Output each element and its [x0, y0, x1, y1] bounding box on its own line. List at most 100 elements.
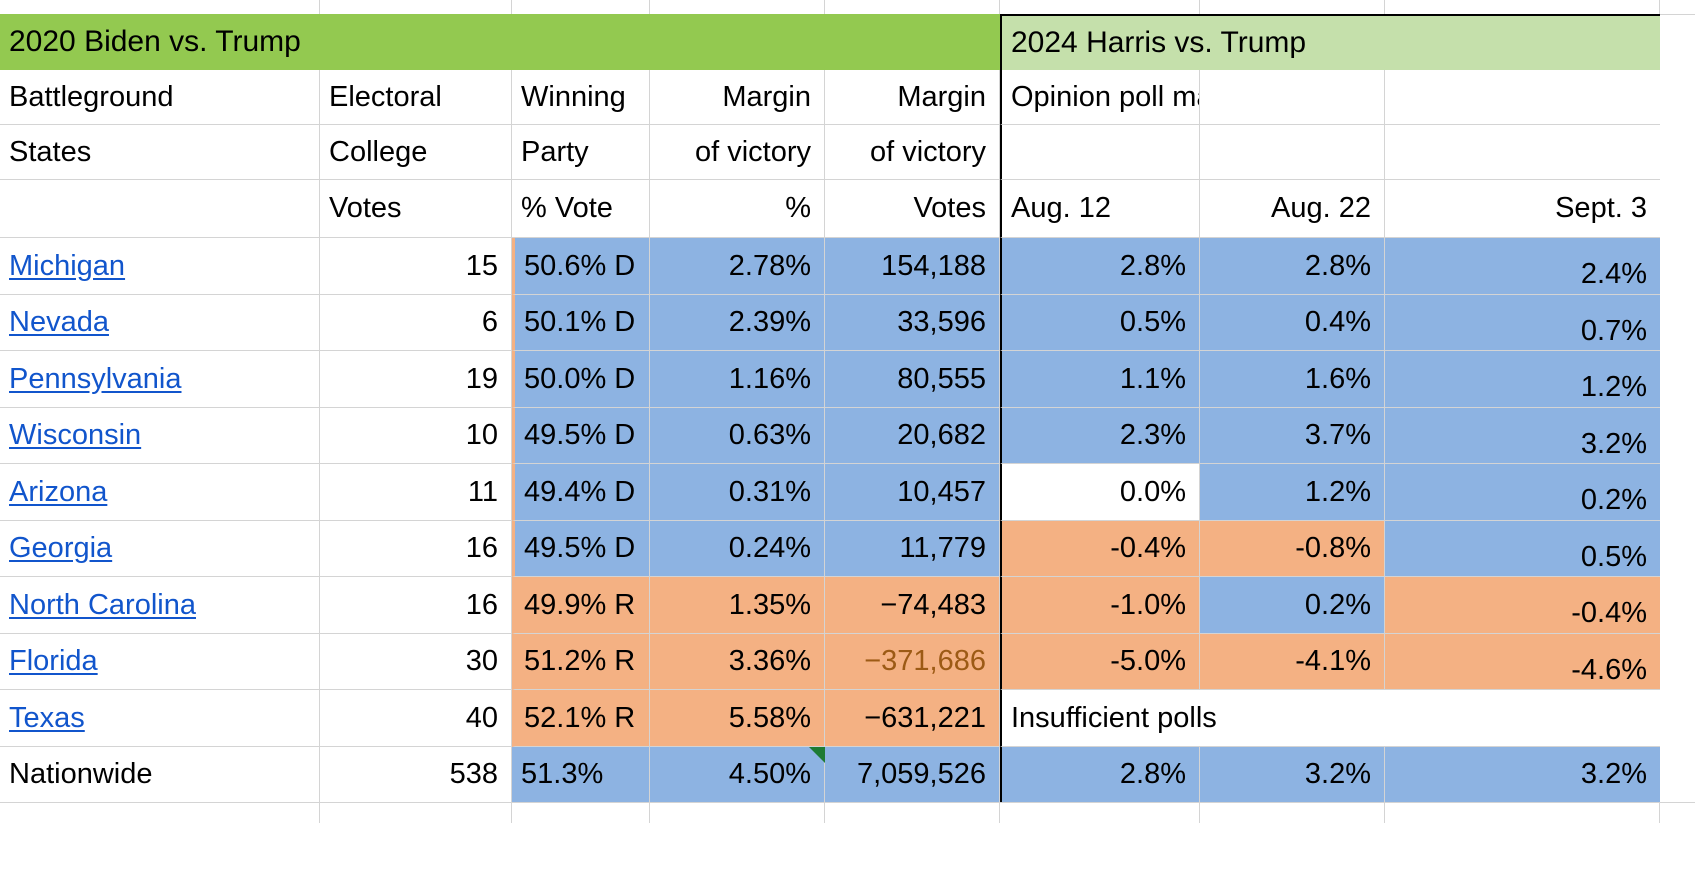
poll-margin-cell[interactable]: -0.4% [1000, 520, 1200, 577]
state-link-north-carolina[interactable]: North Carolina [0, 577, 320, 634]
poll-margin-cell[interactable]: 2.8% [1000, 238, 1200, 295]
header-ecv-line1: Electoral [320, 70, 512, 125]
header-party-line2: Party [512, 125, 650, 180]
state-name-text[interactable]: Nevada [9, 307, 109, 338]
poll-margin-cell[interactable]: -5.0% [1000, 633, 1200, 690]
total-poll-margin-cell: 3.2% [1385, 746, 1660, 804]
margin-votes-cell[interactable]: 33,596 [825, 294, 1000, 351]
electoral-votes-cell[interactable]: 11 [320, 464, 512, 521]
header-polls-blank-1 [1000, 125, 1200, 180]
header-ecv-line2: College [320, 125, 512, 180]
poll-margin-cell[interactable]: 0.2% [1200, 577, 1385, 634]
margin-votes-cell[interactable]: −371,686 [825, 633, 1000, 690]
state-link-arizona[interactable]: Arizona [0, 464, 320, 521]
total-margin-votes: 7,059,526 [825, 746, 1000, 804]
insufficient-polls-cell[interactable]: Insufficient polls [1000, 690, 1660, 747]
margin-percent-cell[interactable]: 2.39% [650, 294, 825, 351]
total-row-label: Nationwide [0, 746, 320, 804]
poll-margin-cell[interactable]: 0.2% [1385, 464, 1660, 521]
winning-party-cell[interactable]: 52.1% R [512, 690, 650, 747]
state-name-text[interactable]: Michigan [9, 250, 125, 281]
header-poll-date-1: Aug. 12 [1000, 180, 1200, 238]
state-name-text[interactable]: Georgia [9, 533, 112, 564]
electoral-votes-cell[interactable]: 6 [320, 294, 512, 351]
margin-votes-cell[interactable]: −631,221 [825, 690, 1000, 747]
poll-margin-cell[interactable]: 2.8% [1200, 238, 1385, 295]
poll-margin-cell[interactable]: -4.6% [1385, 633, 1660, 690]
poll-margin-cell[interactable]: -0.4% [1385, 577, 1660, 634]
state-link-texas[interactable]: Texas [0, 690, 320, 747]
margin-percent-cell[interactable]: 2.78% [650, 238, 825, 295]
total-poll-margin-cell: 2.8% [1000, 746, 1200, 804]
header-marginvotes-line1: Margin [825, 70, 1000, 125]
margin-percent-cell[interactable]: 1.35% [650, 577, 825, 634]
winning-party-cell[interactable]: 51.2% R [512, 633, 650, 690]
margin-percent-cell[interactable]: 5.58% [650, 690, 825, 747]
state-link-georgia[interactable]: Georgia [0, 520, 320, 577]
total-electoral-votes: 538 [320, 746, 512, 804]
margin-percent-cell[interactable]: 3.36% [650, 633, 825, 690]
header-party-line3: % Vote [512, 180, 650, 238]
winning-party-cell[interactable]: 49.5% D [512, 520, 650, 577]
margin-votes-cell[interactable]: 80,555 [825, 351, 1000, 408]
electoral-votes-cell[interactable]: 16 [320, 520, 512, 577]
state-link-nevada[interactable]: Nevada [0, 294, 320, 351]
winning-party-cell[interactable]: 49.5% D [512, 407, 650, 464]
electoral-votes-cell[interactable]: 40 [320, 690, 512, 747]
comment-marker-icon[interactable] [809, 746, 825, 763]
margin-percent-cell[interactable]: 0.63% [650, 407, 825, 464]
margin-percent-cell[interactable]: 1.16% [650, 351, 825, 408]
winning-party-cell[interactable]: 50.1% D [512, 294, 650, 351]
electoral-votes-cell[interactable]: 10 [320, 407, 512, 464]
margin-percent-cell[interactable]: 0.31% [650, 464, 825, 521]
margin-votes-cell[interactable]: 11,779 [825, 520, 1000, 577]
total-margin-percent: 4.50% [650, 746, 825, 804]
banner-2024: 2024 Harris vs. Trump [1000, 14, 1660, 70]
poll-margin-cell[interactable]: 3.7% [1200, 407, 1385, 464]
electoral-votes-cell[interactable]: 19 [320, 351, 512, 408]
poll-margin-cell[interactable]: -1.0% [1000, 577, 1200, 634]
state-name-text[interactable]: Florida [9, 646, 98, 677]
margin-votes-cell[interactable]: 154,188 [825, 238, 1000, 295]
state-link-florida[interactable]: Florida [0, 633, 320, 690]
electoral-votes-cell[interactable]: 30 [320, 633, 512, 690]
spreadsheet-grid[interactable]: 2020 Biden vs. Trump 2024 Harris vs. Tru… [0, 0, 1695, 879]
poll-margin-cell[interactable]: 1.6% [1200, 351, 1385, 408]
state-link-pennsylvania[interactable]: Pennsylvania [0, 351, 320, 408]
state-name-text[interactable]: Wisconsin [9, 420, 141, 451]
margin-percent-cell[interactable]: 0.24% [650, 520, 825, 577]
state-link-wisconsin[interactable]: Wisconsin [0, 407, 320, 464]
poll-margin-cell[interactable]: 0.4% [1200, 294, 1385, 351]
state-name-text[interactable]: Arizona [9, 476, 107, 507]
header-marginvotes-line3: Votes [825, 180, 1000, 238]
poll-margin-cell[interactable]: 0.5% [1000, 294, 1200, 351]
poll-margin-cell[interactable]: 1.2% [1200, 464, 1385, 521]
margin-votes-cell[interactable]: −74,483 [825, 577, 1000, 634]
winning-party-cell[interactable]: 50.6% D [512, 238, 650, 295]
header-marginvotes-line2: of victory [825, 125, 1000, 180]
poll-margin-cell[interactable]: 2.3% [1000, 407, 1200, 464]
poll-margin-cell[interactable]: 3.2% [1385, 407, 1660, 464]
state-link-michigan[interactable]: Michigan [0, 238, 320, 295]
electoral-votes-cell[interactable]: 15 [320, 238, 512, 295]
poll-margin-cell[interactable]: -4.1% [1200, 633, 1385, 690]
poll-margin-cell[interactable]: 0.7% [1385, 294, 1660, 351]
poll-margin-cell[interactable]: 2.4% [1385, 238, 1660, 295]
poll-margin-cell[interactable]: 0.0% [1000, 464, 1200, 521]
margin-votes-cell[interactable]: 20,682 [825, 407, 1000, 464]
margin-votes-cell[interactable]: 10,457 [825, 464, 1000, 521]
poll-margin-cell[interactable]: 0.5% [1385, 520, 1660, 577]
state-name-text[interactable]: North Carolina [9, 589, 196, 620]
header-marginpct-line2: of victory [650, 125, 825, 180]
poll-margin-cell[interactable]: 1.1% [1000, 351, 1200, 408]
winning-party-cell[interactable]: 49.9% R [512, 577, 650, 634]
state-name-text[interactable]: Texas [9, 702, 85, 733]
winning-party-cell[interactable]: 50.0% D [512, 351, 650, 408]
state-name-text[interactable]: Pennsylvania [9, 363, 182, 394]
header-party-line1: Winning [512, 70, 650, 125]
selection-corner [1659, 0, 1695, 18]
poll-margin-cell[interactable]: -0.8% [1200, 520, 1385, 577]
electoral-votes-cell[interactable]: 16 [320, 577, 512, 634]
winning-party-cell[interactable]: 49.4% D [512, 464, 650, 521]
poll-margin-cell[interactable]: 1.2% [1385, 351, 1660, 408]
